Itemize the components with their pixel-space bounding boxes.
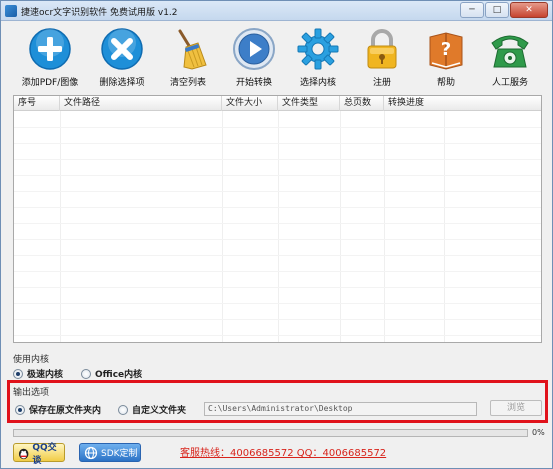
clear-list-label: 清空列表 (169, 78, 206, 88)
register-label: 注册 (372, 78, 391, 88)
output-option-custom-label: 自定义文件夹 (132, 406, 187, 416)
progress-percent: 0% (532, 428, 545, 437)
delete-selected-button[interactable]: 删除选择项 (87, 27, 157, 89)
phone-icon (491, 35, 529, 68)
table-row-line (14, 255, 541, 256)
output-option-custom-folder[interactable]: 自定义文件夹 (118, 403, 186, 416)
kernel-option-office-label: Office内核 (95, 370, 143, 380)
add-pdf-button[interactable]: 添加PDF/图像 (15, 27, 85, 89)
help-book-icon: ? (429, 32, 463, 70)
table-row-line (14, 159, 541, 160)
table-row-line (14, 223, 541, 224)
qq-chat-label: QQ交谈 (32, 442, 57, 466)
radio-selected-icon[interactable] (15, 404, 25, 415)
help-button[interactable]: ? 帮助 (411, 27, 481, 89)
svg-text:?: ? (441, 39, 451, 60)
select-kernel-button[interactable]: 选择内核 (283, 27, 353, 89)
plus-icon (29, 28, 71, 70)
file-list-table[interactable]: 序号 文件路径 文件大小 文件类型 总页数 转换进度 (13, 95, 542, 343)
table-row-line (14, 175, 541, 176)
support-hotline-link[interactable]: 客服热线：4006685572 QQ：4006685572 (180, 444, 386, 459)
minimize-button[interactable]: ─ (460, 2, 484, 18)
table-header: 序号 文件路径 文件大小 文件类型 总页数 转换进度 (14, 96, 541, 111)
kernel-option-fast[interactable]: 极速内核 (13, 367, 63, 380)
radio-unselected-icon[interactable] (118, 404, 128, 415)
title-bar[interactable]: 捷速ocr文字识别软件 免费试用版 v1.2 ─ □ ✕ (1, 1, 552, 21)
close-x-icon (101, 28, 143, 70)
table-row-line (14, 207, 541, 208)
output-option-original-folder[interactable]: 保存在原文件夹内 (15, 403, 101, 416)
output-section-title: 输出选项 (13, 388, 50, 398)
kernel-option-office[interactable]: Office内核 (81, 367, 142, 380)
kernel-section-title: 使用内核 (13, 355, 50, 365)
column-divider (222, 111, 223, 342)
progress-bar (13, 429, 528, 437)
app-logo-icon (5, 5, 17, 17)
column-divider (444, 111, 445, 342)
column-divider (340, 111, 341, 342)
help-label: 帮助 (436, 78, 455, 88)
column-header-size[interactable]: 文件大小 (222, 96, 278, 111)
network-globe-icon (84, 446, 98, 459)
table-row-line (14, 191, 541, 192)
manual-service-label: 人工服务 (491, 78, 528, 88)
table-row-line (14, 303, 541, 304)
column-divider (278, 111, 279, 342)
select-kernel-label: 选择内核 (299, 78, 336, 88)
play-icon (233, 28, 275, 70)
output-path-input[interactable]: C:\Users\Administrator\Desktop (204, 402, 477, 416)
output-option-original-label: 保存在原文件夹内 (29, 406, 102, 416)
window-title: 捷速ocr文字识别软件 免费试用版 v1.2 (21, 8, 178, 18)
manual-service-button[interactable]: 人工服务 (475, 27, 545, 89)
app-window: 捷速ocr文字识别软件 免费试用版 v1.2 ─ □ ✕ 添加PDF/图像 删除… (0, 0, 553, 469)
table-row-line (14, 319, 541, 320)
table-row-line (14, 239, 541, 240)
gear-icon (297, 28, 339, 70)
start-convert-button[interactable]: 开始转换 (219, 27, 289, 89)
table-row-line (14, 143, 541, 144)
window-controls: ─ □ ✕ (460, 2, 548, 18)
qq-penguin-icon (18, 448, 29, 459)
sdk-custom-button[interactable]: SDK定制 (79, 443, 141, 462)
column-header-path[interactable]: 文件路径 (60, 96, 222, 111)
column-divider (60, 111, 61, 342)
sdk-custom-label: SDK定制 (101, 449, 138, 459)
radio-selected-icon[interactable] (13, 368, 23, 379)
maximize-button[interactable]: □ (485, 2, 509, 18)
close-button[interactable]: ✕ (510, 2, 548, 18)
browse-button[interactable]: 浏览 (490, 400, 542, 416)
kernel-option-fast-label: 极速内核 (27, 370, 64, 380)
radio-unselected-icon[interactable] (81, 368, 91, 379)
toolbar: 添加PDF/图像 删除选择项 清空列表 开始转换 选择内核 注册 ? 帮助 人工… (1, 22, 552, 92)
delete-selected-label: 删除选择项 (99, 78, 145, 88)
column-header-type[interactable]: 文件类型 (278, 96, 340, 111)
broom-icon (178, 29, 207, 70)
lock-icon (367, 29, 397, 69)
table-row-line (14, 335, 541, 336)
column-header-pages[interactable]: 总页数 (340, 96, 384, 111)
table-row-line (14, 271, 541, 272)
clear-list-button[interactable]: 清空列表 (153, 27, 223, 89)
qq-chat-button[interactable]: QQ交谈 (13, 443, 65, 466)
column-divider (384, 111, 385, 342)
add-pdf-label: 添加PDF/图像 (21, 78, 79, 88)
table-row-line (14, 127, 541, 128)
table-row-line (14, 287, 541, 288)
column-header-index[interactable]: 序号 (14, 96, 60, 111)
register-button[interactable]: 注册 (347, 27, 417, 89)
start-convert-label: 开始转换 (235, 78, 272, 88)
column-header-progress[interactable]: 转换进度 (384, 96, 543, 111)
